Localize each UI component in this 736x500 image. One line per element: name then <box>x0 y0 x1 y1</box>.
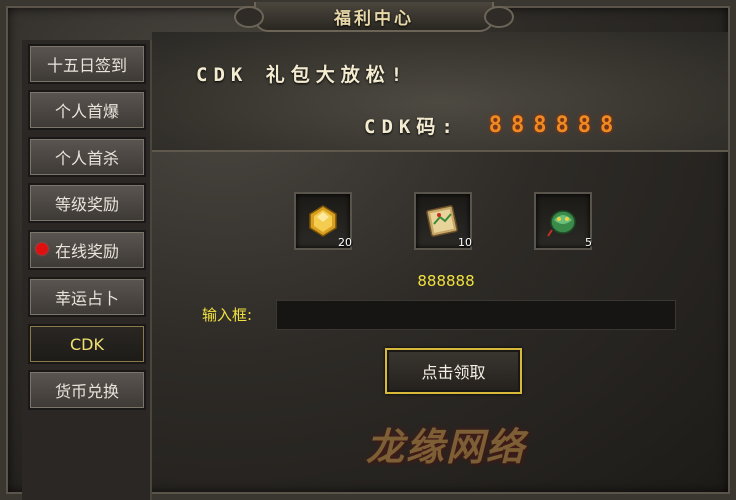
banner-title: CDK 礼包大放松! <box>196 64 409 86</box>
sidebar-item-label: 等级奖励 <box>54 195 119 214</box>
claim-button-label: 点击领取 <box>421 363 486 382</box>
scroll-map-icon <box>426 205 458 237</box>
sidebar-item-personal-first-kill[interactable]: 个人首杀 <box>28 137 146 177</box>
cdk-content: CDK 礼包大放松! CDK码: 888888 20 10 5 888888 输… <box>152 32 736 500</box>
sidebar-item-fifteen-day-signin[interactable]: 十五日签到 <box>28 44 146 84</box>
reward-slot-2[interactable]: 10 <box>414 192 472 250</box>
watermark-logo: 龙缘网络 <box>366 424 527 469</box>
panel-title-plate: 福利中心 <box>234 2 514 32</box>
reward-count: 5 <box>585 236 592 249</box>
sidebar-item-cdk[interactable]: CDK <box>28 324 146 364</box>
welfare-center-panel: 福利中心 十五日签到 个人首爆 个人首杀 等级奖励 在线奖励 幸运占卜 CDK … <box>0 0 736 500</box>
sidebar-item-level-reward[interactable]: 等级奖励 <box>28 183 146 223</box>
sidebar-item-label: 货币兑换 <box>54 382 119 401</box>
cdk-banner: CDK 礼包大放松! CDK码: 888888 <box>152 32 728 152</box>
sidebar-item-label: 个人首爆 <box>54 102 119 121</box>
sidebar-item-label: 在线奖励 <box>54 242 119 261</box>
reward-count: 10 <box>458 236 472 249</box>
cdk-input[interactable] <box>276 300 676 330</box>
cdk-code-row: CDK码: 888888 <box>364 112 622 139</box>
sidebar-item-personal-first-drop[interactable]: 个人首爆 <box>28 90 146 130</box>
notification-dot-icon <box>36 243 48 255</box>
reward-count: 20 <box>338 236 352 249</box>
sidebar-item-lucky-divination[interactable]: 幸运占卜 <box>28 277 146 317</box>
sidebar-item-label: 个人首杀 <box>54 149 119 168</box>
sidebar-item-label: CDK <box>70 334 104 354</box>
reward-slot-3[interactable]: 5 <box>534 192 592 250</box>
gold-gem-icon <box>309 205 337 237</box>
sidebar-item-online-reward[interactable]: 在线奖励 <box>28 230 146 270</box>
cdk-code-hint: 888888 <box>417 272 475 290</box>
jade-dragon-icon <box>547 210 576 237</box>
sidebar-item-currency-exchange[interactable]: 货币兑换 <box>28 370 146 410</box>
sidebar-item-label: 十五日签到 <box>46 56 127 75</box>
panel-title: 福利中心 <box>334 8 414 29</box>
sidebar-item-label: 幸运占卜 <box>54 289 119 308</box>
cdk-code-value: 888888 <box>488 113 623 138</box>
reward-slot-1[interactable]: 20 <box>294 192 352 250</box>
cdk-input-label: 输入框: <box>202 306 253 324</box>
sidebar: 十五日签到 个人首爆 个人首杀 等级奖励 在线奖励 幸运占卜 CDK 货币兑换 <box>22 40 152 500</box>
cdk-code-label: CDK码: <box>364 116 459 138</box>
claim-button[interactable]: 点击领取 <box>385 348 522 394</box>
